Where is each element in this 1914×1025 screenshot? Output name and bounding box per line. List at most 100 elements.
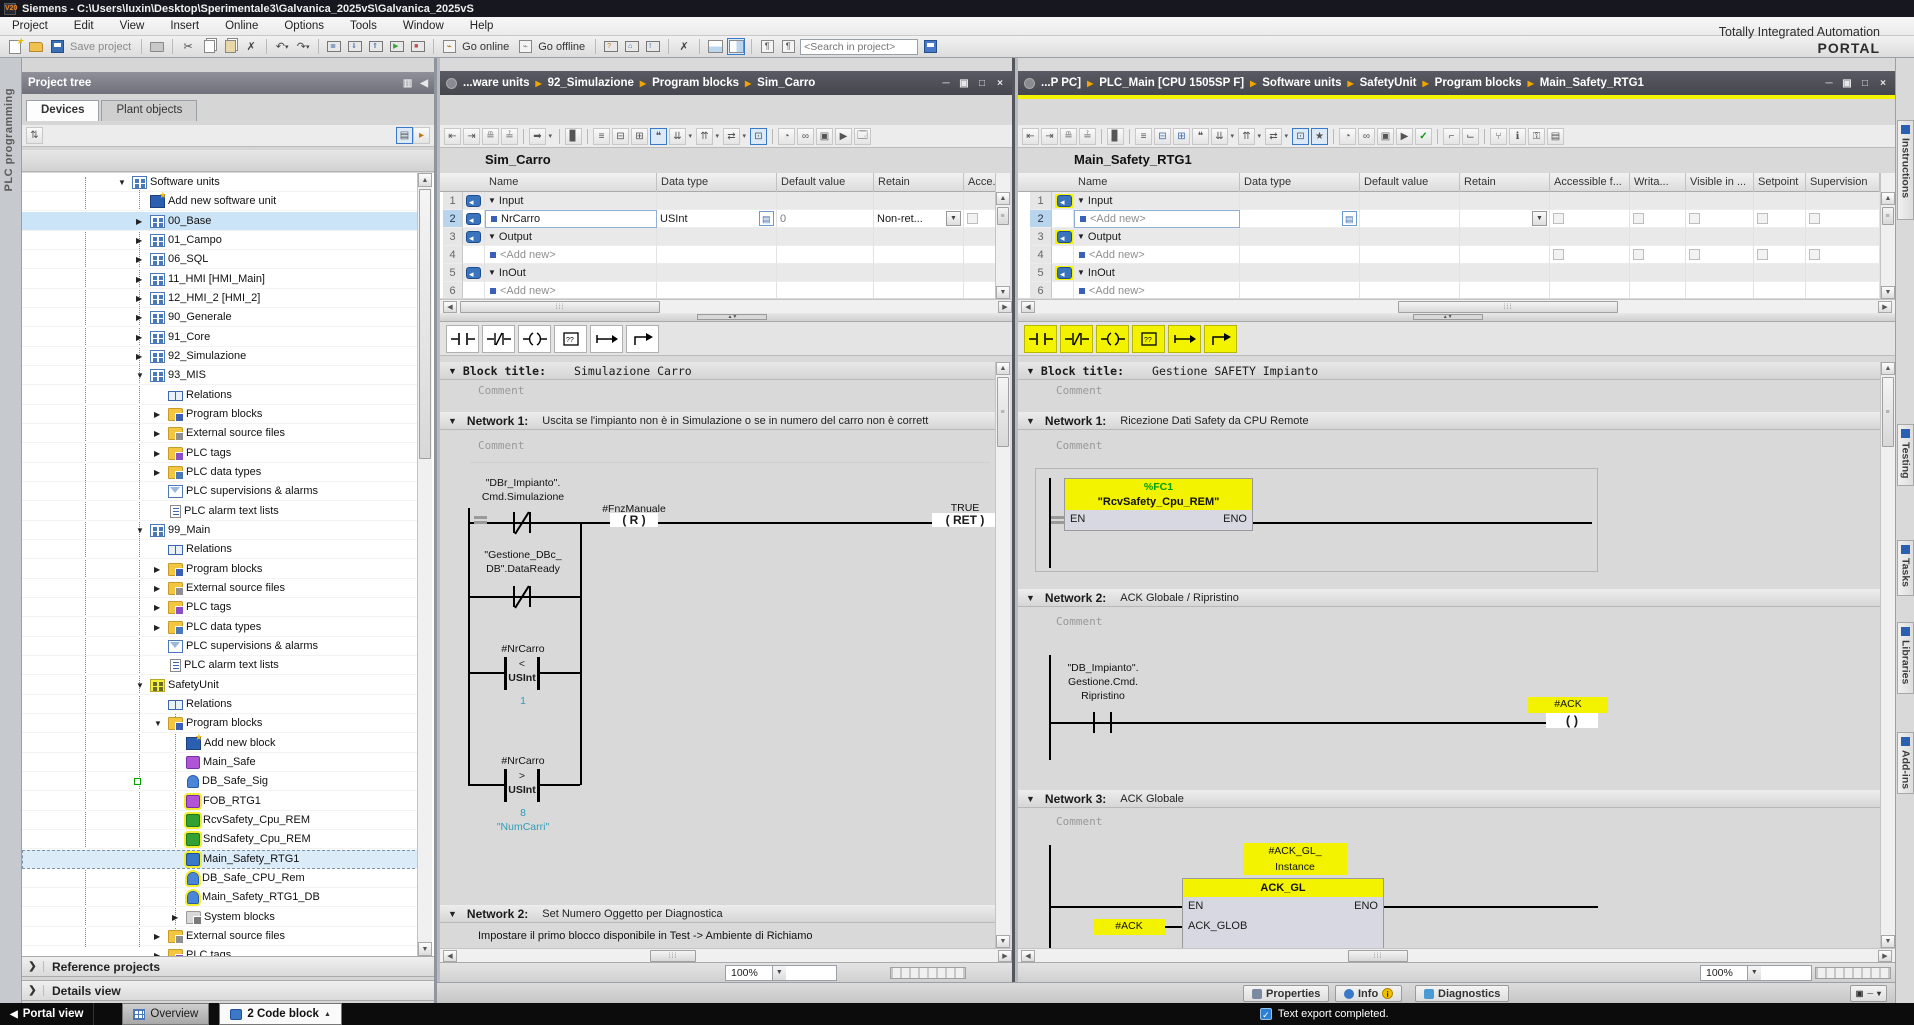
tab-instructions[interactable]: Instructions xyxy=(1897,120,1914,220)
sim-splitter[interactable]: ▲▼ xyxy=(440,313,1012,322)
print-preview-icon[interactable]: ▤ xyxy=(1547,128,1564,145)
checkbox[interactable] xyxy=(967,213,978,224)
row-name[interactable]: <Add new> xyxy=(500,282,556,298)
open-project-icon[interactable] xyxy=(27,38,45,55)
download-snapshot-icon[interactable]: ⇊ xyxy=(669,128,686,145)
add-row-after-icon[interactable]: ≟ xyxy=(501,128,518,145)
menu-tools[interactable]: Tools xyxy=(350,20,377,32)
ackgl-en-pin[interactable]: EN xyxy=(1188,900,1203,912)
tree-expander-icon[interactable]: ▶ xyxy=(172,913,186,922)
tree-expander-icon[interactable]: ▼ xyxy=(136,681,150,690)
export-icon[interactable]: ➡ xyxy=(529,128,546,145)
tree-item[interactable]: ▶External source files xyxy=(22,579,420,598)
editor-window-icon[interactable]: 🗔 xyxy=(854,128,871,145)
compare1-type[interactable]: USInt xyxy=(498,672,546,684)
menu-options[interactable]: Options xyxy=(284,20,324,32)
checkbox[interactable] xyxy=(1757,249,1768,260)
checkbox[interactable] xyxy=(1633,213,1644,224)
snapshot-icon[interactable]: ▣ xyxy=(1377,128,1394,145)
sim-network1-comment[interactable]: Comment xyxy=(478,439,524,452)
compare2-operand[interactable]: #NrCarro xyxy=(460,754,586,768)
checkbox[interactable] xyxy=(1689,213,1700,224)
absolute-relative-icon[interactable]: ⊡ xyxy=(1292,128,1309,145)
row-name[interactable]: Output xyxy=(1088,228,1121,246)
column-header[interactable]: Visible in ... xyxy=(1686,173,1754,192)
safety-consistency-icon[interactable]: ✓ xyxy=(1415,128,1432,145)
column-header[interactable]: Retain xyxy=(1460,173,1550,192)
accessible-devices-icon[interactable]: ⌂ xyxy=(623,38,641,55)
tree-expander-icon[interactable]: ▶ xyxy=(136,275,150,284)
retain-dropdown-icon[interactable]: ▼ xyxy=(946,211,961,226)
sim-network2-header[interactable]: ▼ Network 2: Set Numero Oggetto per Diag… xyxy=(440,905,998,923)
monitor-all-icon[interactable]: ◔ xyxy=(1339,128,1356,145)
checkbox[interactable] xyxy=(1809,249,1820,260)
menu-edit[interactable]: Edit xyxy=(74,20,94,32)
column-header[interactable]: Default value xyxy=(1360,173,1460,192)
tree-expander-icon[interactable]: ▼ xyxy=(136,526,150,535)
network1-title[interactable]: Ricezione Dati Safety da CPU Remote xyxy=(1120,415,1308,427)
tree-expander-icon[interactable]: ▶ xyxy=(154,449,168,458)
tree-item[interactable]: ▶PLC tags xyxy=(22,946,420,956)
checkbox[interactable] xyxy=(1809,213,1820,224)
row-name[interactable]: <Add new> xyxy=(1089,282,1145,298)
tree-expander-icon[interactable]: ▶ xyxy=(154,584,168,593)
copy-snapshots-icon[interactable]: ⇄ xyxy=(1265,128,1282,145)
properties-tab[interactable]: Properties xyxy=(1243,985,1329,1002)
table-row[interactable]: 3▼Output xyxy=(1018,228,1880,246)
coil-icon[interactable] xyxy=(518,325,551,353)
breadcrumb-item[interactable]: Main_Safety_RTG1 xyxy=(1540,77,1644,89)
sim-ladder-vscrollbar[interactable]: ▲ ≡ ▼ xyxy=(995,362,1010,948)
sort-tree-icon[interactable]: ⇅ xyxy=(26,127,43,144)
table-row[interactable]: 6<Add new> xyxy=(440,282,998,298)
row-name[interactable]: InOut xyxy=(499,264,526,282)
receive-alarms-icon[interactable]: ! xyxy=(644,38,662,55)
go-online-icon[interactable]: ⌁ xyxy=(440,38,458,55)
close-branch-icon[interactable] xyxy=(626,325,659,353)
sim-position-ruler[interactable] xyxy=(890,967,966,979)
ack-coil-operand[interactable]: #ACK xyxy=(1528,697,1608,713)
contact2-operand[interactable]: "Gestione_DBc_DB".DataReady xyxy=(460,548,586,576)
float-icon[interactable]: □ xyxy=(1857,76,1873,91)
restore-window-layout-icon[interactable]: ¶ xyxy=(779,38,797,55)
close-all-icon[interactable]: ✗ xyxy=(675,38,693,55)
ack-operand[interactable]: #ACK xyxy=(1093,919,1165,935)
contact-operand[interactable]: "DB_Impianto". Gestione.Cmd. Ripristino xyxy=(1038,661,1168,703)
tree-item[interactable]: Relations xyxy=(22,695,420,714)
breadcrumb-item[interactable]: Software units xyxy=(1262,77,1341,89)
table-row[interactable]: 5▼InOut xyxy=(440,264,998,282)
tree-item[interactable]: ▶System blocks xyxy=(22,908,420,927)
load-start-values-icon[interactable]: ▶ xyxy=(1396,128,1413,145)
ack-coil[interactable]: ( ) xyxy=(1546,713,1598,728)
save-project-label[interactable]: Save project xyxy=(70,41,131,53)
cut-icon[interactable]: ✂ xyxy=(179,38,197,55)
monitor-all-icon[interactable]: ◔ xyxy=(778,128,795,145)
sim-block-title-row[interactable]: ▼Block title: Simulazione Carro xyxy=(440,362,998,380)
tree-expander-icon[interactable]: ▶ xyxy=(154,410,168,419)
safety-network3-comment[interactable]: Comment xyxy=(1056,815,1102,828)
tree-item[interactable]: PLC supervisions & alarms xyxy=(22,482,420,501)
print-icon[interactable] xyxy=(148,38,166,55)
column-header[interactable]: Data type xyxy=(657,173,777,192)
download-to-device-icon[interactable]: ⇓ xyxy=(346,38,364,55)
tree-item[interactable]: ▶Program blocks xyxy=(22,405,420,424)
expand-all-icon[interactable]: ⊞ xyxy=(1173,128,1190,145)
checkbox[interactable] xyxy=(1553,213,1564,224)
tree-item[interactable]: FOB_RTG1 xyxy=(22,792,420,811)
stop-cpu-icon[interactable]: ■ xyxy=(409,38,427,55)
safety-ladder-hscrollbar[interactable]: ◀ ⁞⁞⁞ ▶ xyxy=(1018,948,1895,962)
outline-view-icon[interactable]: ≡ xyxy=(593,128,610,145)
tree-item[interactable]: PLC alarm text lists xyxy=(22,656,420,675)
tree-item[interactable]: ▶00_Base xyxy=(22,212,420,231)
safety-splitter[interactable]: ▲▼ xyxy=(1018,313,1895,322)
menu-help[interactable]: Help xyxy=(470,20,494,32)
breadcrumb-item[interactable]: Program blocks xyxy=(1435,77,1522,89)
tree-item[interactable]: ▶External source files xyxy=(22,927,420,946)
start-cpu-icon[interactable]: ▶ xyxy=(388,38,406,55)
sim-table-hscrollbar[interactable]: ◀ ⁞⁞⁞ ▶ xyxy=(440,299,1015,313)
safety-network2-comment[interactable]: Comment xyxy=(1056,615,1102,628)
expand-all-icon[interactable]: ⊞ xyxy=(631,128,648,145)
outline-view-icon[interactable]: ≡ xyxy=(1135,128,1152,145)
tree-expander-icon[interactable]: ▶ xyxy=(136,255,150,264)
safety-block-title-value[interactable]: Gestione SAFETY Impianto xyxy=(1152,364,1318,378)
overview-tab[interactable]: Overview xyxy=(122,1003,209,1025)
